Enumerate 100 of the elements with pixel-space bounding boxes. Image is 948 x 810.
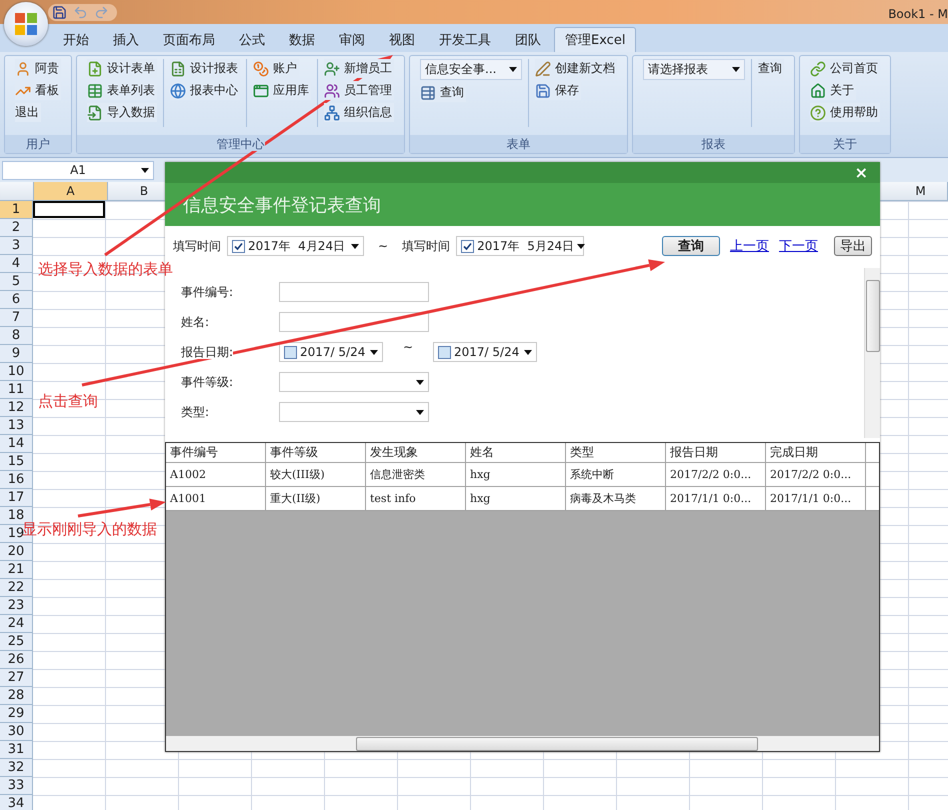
row-header[interactable]: 6 — [0, 291, 33, 309]
date-picker[interactable]: 2017/ 5/24 — [279, 342, 383, 362]
ribbon-tab[interactable]: 开始 — [52, 27, 100, 52]
checkbox[interactable] — [232, 240, 245, 252]
row-header[interactable]: 22 — [0, 579, 33, 597]
row-header[interactable]: 32 — [0, 759, 33, 777]
field-label: 填写时间 — [173, 238, 221, 254]
ribbon-button[interactable]: 账户 — [253, 59, 299, 78]
row-header[interactable]: 25 — [0, 633, 33, 651]
row-header[interactable]: 8 — [0, 327, 33, 345]
dropdown-field[interactable] — [279, 402, 429, 422]
save-icon[interactable] — [52, 4, 67, 20]
ribbon-tab[interactable]: 数据 — [278, 27, 326, 52]
ribbon-tab[interactable]: 页面布局 — [152, 27, 226, 52]
ribbon-button[interactable]: 新增员工 — [324, 59, 394, 78]
caret-down-icon — [577, 244, 586, 248]
ribbon-button[interactable]: 退出 — [15, 103, 41, 122]
ribbon-tab[interactable]: 插入 — [102, 27, 150, 52]
ribbon-tab[interactable]: 开发工具 — [428, 27, 502, 52]
date-picker[interactable]: 2017年 4月24日 — [227, 236, 364, 256]
row-header[interactable]: 28 — [0, 687, 33, 705]
ribbon-dropdown[interactable]: 信息安全事... — [420, 59, 522, 80]
name-box[interactable]: A1 — [2, 160, 154, 180]
column-header[interactable]: 事件等级 — [266, 443, 366, 462]
row-header[interactable]: 12 — [0, 399, 33, 417]
page-link[interactable]: 上一页 — [730, 237, 769, 255]
row-header[interactable]: 30 — [0, 723, 33, 741]
row-header[interactable]: 15 — [0, 453, 33, 471]
date-picker[interactable]: 2017年 5月24日 — [456, 236, 584, 256]
page-link[interactable]: 下一页 — [779, 237, 818, 255]
ribbon-button[interactable]: 公司首页 — [810, 59, 880, 78]
ribbon-button[interactable]: 表单列表 — [87, 81, 157, 100]
row-header[interactable]: 9 — [0, 345, 33, 363]
ribbon-button[interactable]: 设计表单 — [87, 59, 157, 78]
caret-down-icon — [509, 67, 517, 72]
ribbon-button[interactable]: 使用帮助 — [810, 103, 880, 122]
ribbon-button[interactable]: 应用库 — [253, 81, 311, 100]
close-button[interactable]: × — [854, 163, 868, 182]
input-field[interactable] — [279, 282, 429, 302]
row-header[interactable]: 10 — [0, 363, 33, 381]
row-header[interactable]: 27 — [0, 669, 33, 687]
export-button[interactable]: 导出 — [834, 236, 872, 256]
ribbon-tab[interactable]: 视图 — [378, 27, 426, 52]
row-header[interactable]: 20 — [0, 543, 33, 561]
ribbon-tab[interactable]: 管理Excel — [554, 27, 636, 52]
column-header[interactable]: 完成日期 — [766, 443, 866, 462]
column-header[interactable]: 发生现象 — [366, 443, 466, 462]
row-header[interactable]: 16 — [0, 471, 33, 489]
ribbon-tab[interactable]: 审阅 — [328, 27, 376, 52]
ribbon-button[interactable]: 员工管理 — [324, 81, 394, 100]
ribbon-button[interactable]: 组织信息 — [324, 103, 394, 122]
column-header[interactable]: A — [34, 182, 108, 200]
ribbon-button[interactable]: 创建新文档 — [535, 59, 617, 78]
row-header[interactable]: 14 — [0, 435, 33, 453]
query-button[interactable]: 查询 — [662, 236, 720, 256]
checkbox[interactable] — [461, 240, 474, 252]
ribbon-button[interactable]: 阿贵 — [15, 59, 61, 78]
row-header[interactable]: 29 — [0, 705, 33, 723]
scrollbar[interactable] — [166, 736, 879, 751]
column-header[interactable]: M — [894, 182, 948, 200]
ribbon-dropdown[interactable]: 请选择报表 — [643, 59, 745, 80]
row-header[interactable]: 1 — [0, 201, 33, 219]
caret-down-icon — [351, 244, 359, 248]
row-header[interactable]: 23 — [0, 597, 33, 615]
checkbox[interactable] — [438, 346, 451, 358]
column-header[interactable]: 姓名 — [466, 443, 566, 462]
row-header[interactable]: 7 — [0, 309, 33, 327]
ribbon-tab[interactable]: 公式 — [228, 27, 276, 52]
row-header[interactable]: 31 — [0, 741, 33, 759]
date-picker[interactable]: 2017/ 5/24 — [433, 342, 537, 362]
field-label: 事件编号: — [181, 284, 234, 298]
row-header[interactable]: 5 — [0, 273, 33, 291]
checkbox[interactable] — [284, 346, 297, 358]
row-header[interactable]: 24 — [0, 615, 33, 633]
row-header[interactable]: 2 — [0, 219, 33, 237]
row-header[interactable]: 21 — [0, 561, 33, 579]
dropdown-field[interactable] — [279, 372, 429, 392]
ribbon-button[interactable]: 查询 — [420, 83, 466, 102]
ribbon-button[interactable]: 保存 — [535, 81, 581, 100]
scrollbar[interactable] — [864, 268, 880, 438]
table-cell: 2017/1/1 0:0... — [766, 487, 866, 510]
column-header[interactable]: 报告日期 — [666, 443, 766, 462]
row-header[interactable]: 26 — [0, 651, 33, 669]
row-header[interactable]: 33 — [0, 777, 33, 795]
ribbon-button[interactable]: 看板 — [15, 81, 61, 100]
row-header[interactable]: 11 — [0, 381, 33, 399]
row-header[interactable]: 17 — [0, 489, 33, 507]
ribbon-button[interactable]: 关于 — [810, 81, 856, 100]
ribbon-button[interactable]: 报表中心 — [170, 81, 240, 100]
row-header[interactable]: 34 — [0, 795, 33, 810]
row-header[interactable]: 3 — [0, 237, 33, 255]
column-header[interactable]: 事件编号 — [166, 443, 266, 462]
ribbon-button[interactable]: 设计报表 — [170, 59, 240, 78]
row-header[interactable]: 4 — [0, 255, 33, 273]
ribbon-tab[interactable]: 团队 — [504, 27, 552, 52]
input-field[interactable] — [279, 312, 429, 332]
field-label: 事件等级: — [181, 374, 234, 388]
ribbon-button[interactable]: 导入数据 — [87, 103, 157, 122]
column-header[interactable]: 类型 — [566, 443, 666, 462]
row-header[interactable]: 13 — [0, 417, 33, 435]
